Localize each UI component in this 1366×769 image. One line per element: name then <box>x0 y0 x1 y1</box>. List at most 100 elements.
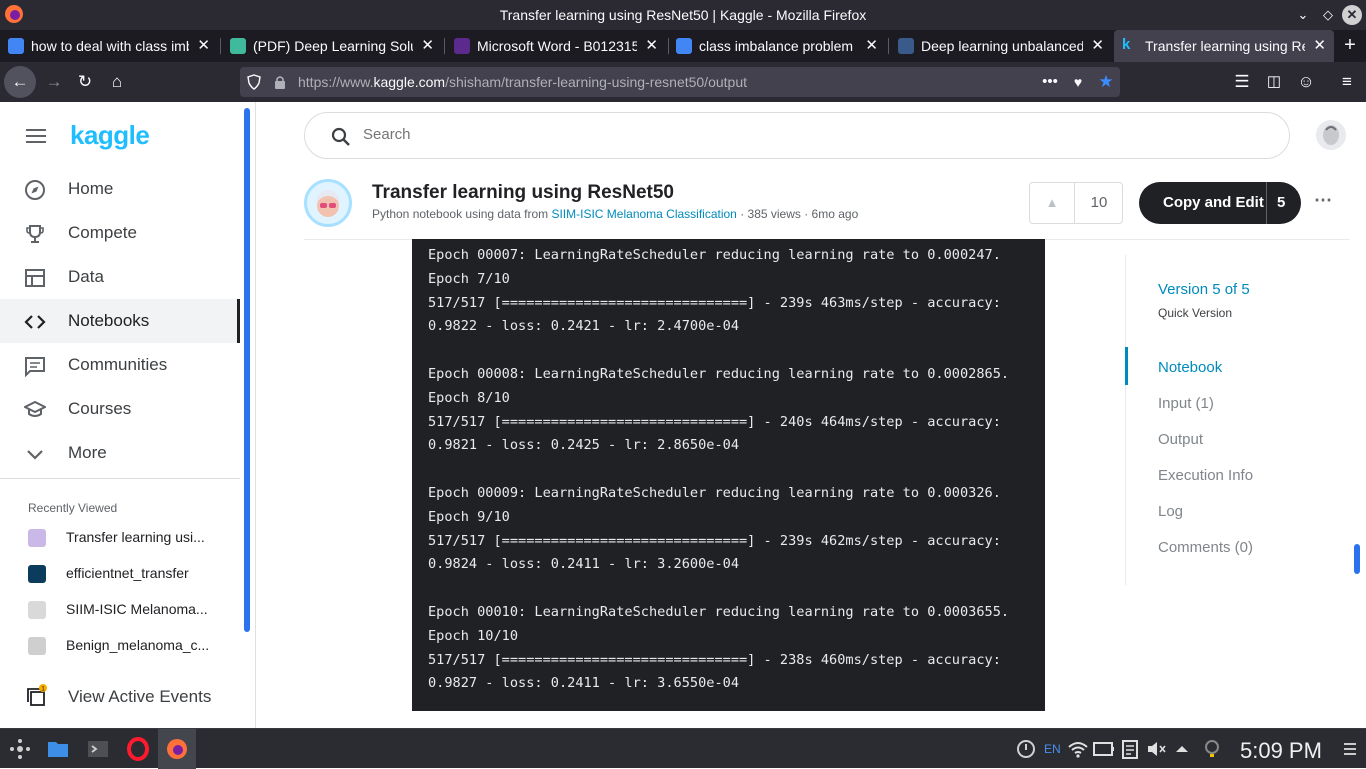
vote-widget: ▲ 10 <box>1029 182 1123 224</box>
opera-icon[interactable] <box>126 737 150 761</box>
maximize-icon[interactable]: ◇ <box>1318 5 1338 25</box>
vote-count: 10 <box>1090 194 1108 211</box>
keyboard-layout-indicator[interactable]: EN <box>1044 742 1061 756</box>
shield-logo-icon <box>454 38 470 54</box>
reload-button[interactable]: ↻ <box>71 68 99 96</box>
url-bar[interactable]: https://www.kaggle.com/shisham/transfer-… <box>240 67 1120 97</box>
new-tab-button[interactable]: + <box>1338 33 1362 57</box>
sidebar-item-data[interactable]: Data <box>0 255 240 299</box>
app-launcher-icon[interactable] <box>8 737 32 761</box>
sidebar-item-label: Data <box>68 267 104 286</box>
recent-item-label: SIIM-ISIC Melanoma... <box>66 601 208 617</box>
more-options-icon[interactable]: ⋯ <box>1314 190 1332 211</box>
compass-icon <box>25 180 45 200</box>
tab-label: Transfer learning using Re <box>1145 38 1305 54</box>
close-tab-icon[interactable]: ✕ <box>645 36 658 54</box>
user-avatar[interactable] <box>1316 120 1346 150</box>
sidebar-item-notebooks[interactable]: Notebooks <box>0 299 240 343</box>
close-tab-icon[interactable]: ✕ <box>1091 36 1104 54</box>
tab-2[interactable]: Microsoft Word - B012315 ✕ <box>446 30 666 62</box>
toc-notebook[interactable]: Notebook <box>1125 347 1326 385</box>
wifi-icon[interactable] <box>1066 737 1090 761</box>
close-tab-icon[interactable]: ✕ <box>421 36 434 54</box>
toc-comments[interactable]: Comments (0) <box>1126 533 1326 563</box>
library-icon[interactable]: ☰ <box>1228 68 1256 96</box>
sidebar-divider <box>0 478 240 479</box>
table-icon <box>25 269 45 287</box>
upvote-button[interactable]: ▲ <box>1030 183 1075 223</box>
page-scrollbar[interactable] <box>1354 544 1360 574</box>
search-bar[interactable] <box>304 112 1290 159</box>
tab-label: how to deal with class imb <box>31 38 189 54</box>
tray-expand-icon[interactable] <box>1170 737 1194 761</box>
toc-input[interactable]: Input (1) <box>1126 389 1326 419</box>
pocket-icon[interactable]: ♥ <box>1064 68 1092 96</box>
firefox-taskbar-icon[interactable] <box>165 737 189 761</box>
close-window-icon[interactable]: ✕ <box>1342 5 1362 25</box>
app-menu-icon[interactable]: ≡ <box>1333 68 1361 96</box>
tab-4[interactable]: Deep learning unbalanced ✕ <box>890 30 1112 62</box>
toc-label: Output <box>1158 431 1204 448</box>
sidebar-item-label: Compete <box>68 223 137 242</box>
sidebar-item-courses[interactable]: Courses <box>0 387 240 431</box>
update-icon[interactable] <box>1014 737 1038 761</box>
tab-bar: how to deal with class imb ✕ (PDF) Deep … <box>0 30 1366 62</box>
sidebar-scrollbar[interactable] <box>244 108 250 632</box>
toc-output[interactable]: Output <box>1126 425 1326 455</box>
bookmark-star-icon[interactable]: ★ <box>1092 68 1120 96</box>
terminal-icon[interactable] <box>86 737 110 761</box>
recent-item[interactable]: SIIM-ISIC Melanoma... <box>0 592 240 628</box>
sidebar-toggle-icon[interactable]: ◫ <box>1260 68 1288 96</box>
hamburger-menu-icon[interactable] <box>26 128 46 144</box>
toc-log[interactable]: Log <box>1126 497 1326 527</box>
file-manager-icon[interactable] <box>46 737 70 761</box>
main-content: Transfer learning using ResNet50 Python … <box>257 102 1366 728</box>
notebook-thumbnail <box>28 529 46 547</box>
toc-execution-info[interactable]: Execution Info <box>1126 461 1326 491</box>
recent-item[interactable]: Transfer learning usi... <box>0 520 240 556</box>
account-icon[interactable]: ☺ <box>1292 68 1320 96</box>
close-tab-icon[interactable]: ✕ <box>1313 36 1326 54</box>
recent-item[interactable]: efficientnet_transfer <box>0 556 240 592</box>
kaggle-k-icon: k <box>1122 36 1131 53</box>
volume-muted-icon[interactable] <box>1144 737 1168 761</box>
kaggle-logo[interactable]: kaggle <box>70 120 150 151</box>
minimize-icon[interactable]: ⌄ <box>1293 5 1313 25</box>
system-clock[interactable]: 5:09 PM <box>1240 738 1322 764</box>
sidebar-item-home[interactable]: Home <box>0 167 240 211</box>
notebook-title: Transfer learning using ResNet50 <box>372 182 674 203</box>
sidebar-item-more[interactable]: More <box>0 431 240 475</box>
tab-0[interactable]: how to deal with class imb ✕ <box>0 30 218 62</box>
author-avatar[interactable] <box>304 179 352 227</box>
sidebar-item-compete[interactable]: Compete <box>0 211 240 255</box>
sidebar-item-label: Courses <box>68 399 132 418</box>
version-link[interactable]: Version 5 of 5 <box>1158 281 1250 298</box>
clipboard-icon[interactable] <box>1118 737 1142 761</box>
page-actions-icon[interactable]: ••• <box>1036 68 1064 96</box>
tab-1[interactable]: (PDF) Deep Learning Solut ✕ <box>222 30 442 62</box>
dataset-link[interactable]: SIIM-ISIC Melanoma Classification <box>551 207 736 221</box>
copy-and-edit-button[interactable]: Copy and Edit 5 <box>1139 182 1301 224</box>
recent-item[interactable]: Benign_melanoma_c... <box>0 628 240 664</box>
tracking-shield-icon[interactable] <box>246 74 262 90</box>
researchgate-icon <box>230 38 246 54</box>
tab-5-active[interactable]: k Transfer learning using Re ✕ <box>1114 30 1334 62</box>
tab-label: (PDF) Deep Learning Solut <box>253 38 413 54</box>
close-tab-icon[interactable]: ✕ <box>865 36 878 54</box>
url-text[interactable]: https://www.kaggle.com/shisham/transfer-… <box>298 74 747 90</box>
search-input[interactable] <box>363 126 1063 143</box>
forward-button[interactable]: → <box>40 68 68 96</box>
home-button[interactable]: ⌂ <box>103 68 131 96</box>
view-active-events-link[interactable]: 1 View Active Events <box>0 674 240 718</box>
google-icon <box>8 38 24 54</box>
lock-icon[interactable] <box>272 74 288 90</box>
close-tab-icon[interactable]: ✕ <box>197 36 210 54</box>
brightness-icon[interactable] <box>1200 737 1224 761</box>
notifications-menu-icon[interactable] <box>1338 737 1362 761</box>
school-icon <box>24 400 46 417</box>
back-button[interactable]: ← <box>4 66 36 98</box>
battery-icon[interactable] <box>1092 737 1116 761</box>
subtitle-prefix: Python notebook using data from <box>372 207 549 221</box>
tab-3[interactable]: class imbalance problem i ✕ <box>668 30 886 62</box>
sidebar-item-communities[interactable]: Communities <box>0 343 240 387</box>
